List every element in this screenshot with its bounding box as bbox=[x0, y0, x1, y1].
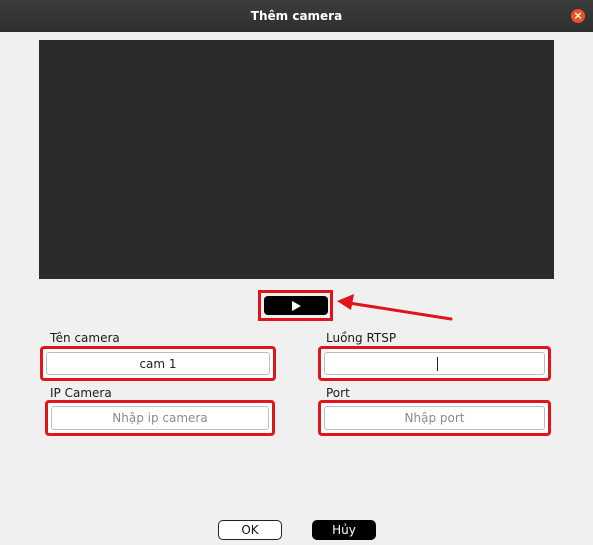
port-label: Port bbox=[326, 386, 350, 400]
cancel-button[interactable]: Hủy bbox=[312, 520, 376, 540]
ip-camera-input[interactable]: Nhập ip camera bbox=[51, 406, 269, 430]
title-bar: Thêm camera × bbox=[0, 0, 593, 32]
ip-camera-placeholder: Nhập ip camera bbox=[112, 411, 208, 425]
rtsp-stream-input[interactable] bbox=[324, 352, 545, 375]
port-placeholder: Nhập port bbox=[404, 411, 465, 425]
add-camera-dialog: Thêm camera × Tên camera cam 1 Luồng RTS… bbox=[0, 0, 593, 545]
close-icon[interactable]: × bbox=[571, 9, 585, 23]
rtsp-stream-field-highlight bbox=[318, 346, 551, 381]
ok-button[interactable]: OK bbox=[218, 520, 282, 540]
ip-camera-field-highlight: Nhập ip camera bbox=[45, 400, 275, 436]
cancel-button-label: Hủy bbox=[332, 523, 356, 537]
camera-name-field-highlight: cam 1 bbox=[40, 346, 276, 381]
close-glyph: × bbox=[573, 9, 583, 22]
play-button[interactable] bbox=[264, 296, 328, 315]
port-input[interactable]: Nhập port bbox=[324, 406, 545, 430]
camera-name-value: cam 1 bbox=[139, 356, 177, 371]
camera-name-input[interactable]: cam 1 bbox=[46, 352, 270, 375]
ip-camera-label: IP Camera bbox=[50, 386, 112, 400]
text-cursor bbox=[437, 356, 438, 371]
play-icon bbox=[292, 300, 301, 311]
camera-name-label: Tên camera bbox=[50, 331, 120, 345]
ok-button-label: OK bbox=[241, 523, 259, 537]
rtsp-stream-label: Luồng RTSP bbox=[326, 331, 397, 345]
dialog-title: Thêm camera bbox=[250, 9, 343, 23]
video-preview bbox=[39, 40, 554, 279]
annotation-arrow bbox=[337, 294, 453, 321]
port-field-highlight: Nhập port bbox=[318, 400, 551, 436]
